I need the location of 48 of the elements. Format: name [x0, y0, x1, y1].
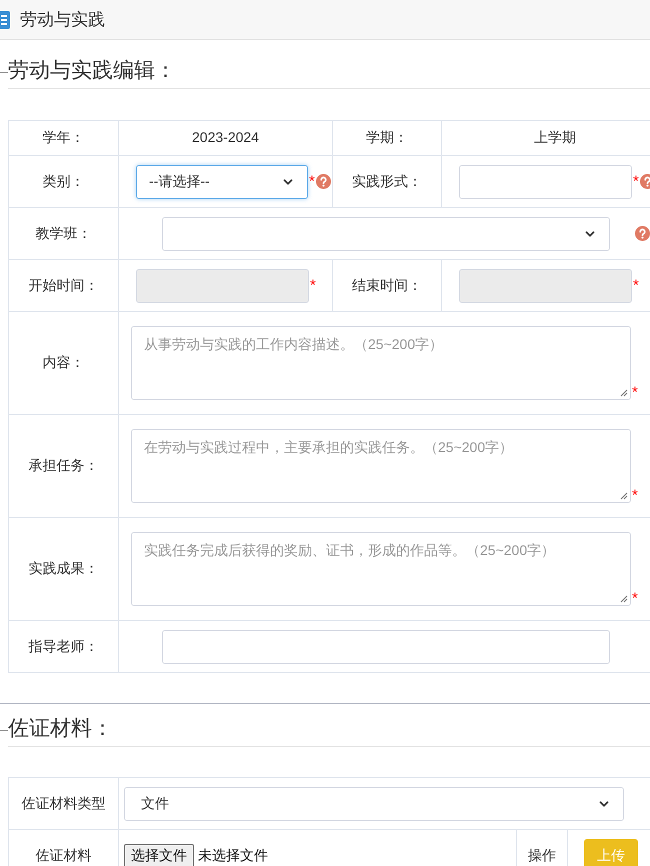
action-label: 操作 — [528, 846, 556, 862]
help-icon[interactable] — [635, 226, 650, 241]
field-value: 上学期 — [534, 129, 576, 145]
resize-handle-icon[interactable] — [620, 595, 628, 603]
resize-handle-icon[interactable] — [620, 492, 628, 500]
required-mark: * — [310, 278, 316, 293]
select-field[interactable]: 文件 — [124, 786, 624, 820]
select-value: 文件 — [141, 794, 169, 813]
input-field[interactable] — [162, 630, 610, 664]
field-label: 教学班： — [36, 224, 92, 240]
field-label: 实践成果： — [28, 560, 98, 576]
input-field[interactable] — [459, 164, 632, 198]
file-status: 未选择文件 — [198, 846, 268, 865]
text-area[interactable]: 在劳动与实践过程中，主要承担的实践任务。（25~200字） — [131, 429, 631, 503]
help-icon[interactable] — [640, 174, 650, 189]
select-value: --请选择-- — [149, 172, 210, 191]
field-label: 指导老师： — [28, 638, 98, 654]
required-mark: * — [632, 591, 638, 606]
placeholder-text: 在劳动与实践过程中，主要承担的实践任务。（25~200字） — [144, 439, 514, 455]
required-mark: * — [309, 174, 315, 189]
field-label: 学期： — [366, 129, 408, 145]
required-mark: * — [632, 385, 638, 400]
field-label: 承担任务： — [28, 457, 98, 473]
resize-handle-icon[interactable] — [620, 389, 628, 397]
upload-button[interactable]: 上传 — [584, 838, 638, 866]
page-title: 劳动与实践 — [20, 8, 105, 31]
section-title: 佐证材料： — [8, 714, 650, 747]
choose-file-button[interactable]: 选择文件 — [124, 844, 194, 866]
placeholder-text: 实践任务完成后获得的奖励、证书，形成的作品等。（25~200字） — [144, 542, 556, 558]
field-label: 学年： — [42, 129, 84, 145]
required-mark: * — [633, 174, 639, 189]
field-value: 2023-2024 — [192, 129, 259, 145]
placeholder-text: 从事劳动与实践的工作内容描述。（25~200字） — [144, 336, 444, 352]
field-label: 开始时间： — [28, 276, 98, 292]
field-label: 佐证材料类型 — [22, 794, 106, 810]
field-label: 佐证材料 — [36, 846, 92, 862]
select-field[interactable] — [162, 216, 610, 250]
section-title: 劳动与实践编辑： — [8, 56, 650, 89]
text-area[interactable]: 从事劳动与实践的工作内容描述。（25~200字） — [131, 326, 631, 400]
field-label: 结束时间： — [352, 276, 422, 292]
text-area[interactable]: 实践任务完成后获得的奖励、证书，形成的作品等。（25~200字） — [131, 532, 631, 606]
field-label: 类别： — [42, 172, 84, 188]
select-field[interactable]: --请选择-- — [136, 164, 308, 198]
field-label: 实践形式： — [352, 172, 422, 188]
help-icon[interactable] — [316, 174, 331, 189]
field-label: 内容： — [42, 354, 84, 370]
required-mark: * — [633, 278, 639, 293]
required-mark: * — [632, 488, 638, 503]
